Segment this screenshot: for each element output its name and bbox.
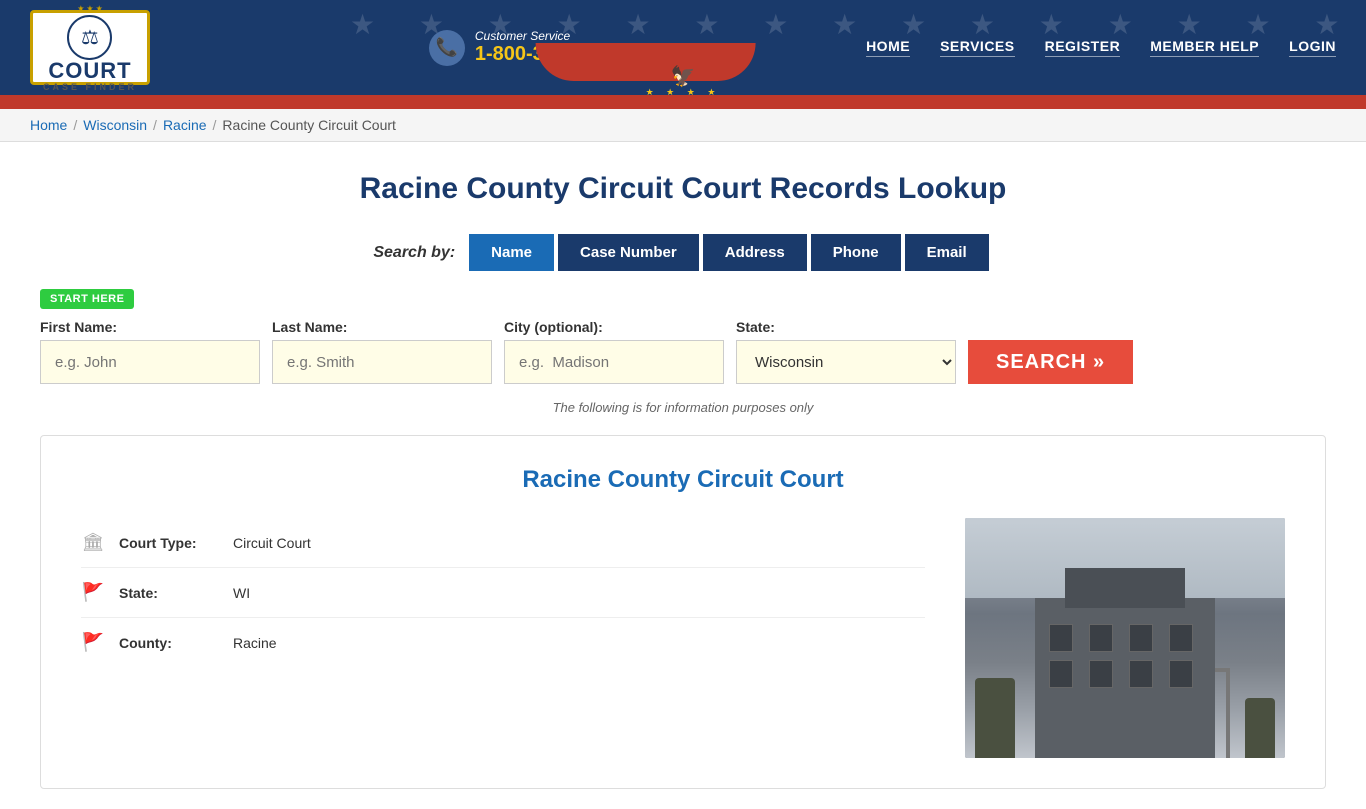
breadcrumb-sep-1: /	[73, 117, 77, 133]
nav-member-help[interactable]: MEMBER HELP	[1150, 38, 1259, 57]
streetlamp	[1226, 668, 1230, 758]
start-here-badge: START HERE	[40, 289, 134, 309]
logo-box: ★★★ COURT CASE FINDER	[30, 10, 150, 85]
state-detail-value: WI	[233, 585, 250, 601]
breadcrumb-sep-3: /	[213, 117, 217, 133]
search-by-label: Search by:	[373, 244, 455, 262]
window-6	[1089, 660, 1113, 688]
court-type-value: Circuit Court	[233, 535, 311, 551]
state-group: State: Wisconsin Alabama Alaska	[736, 319, 956, 384]
county-detail-label: County:	[119, 635, 219, 651]
last-name-group: Last Name:	[272, 319, 492, 384]
first-name-input[interactable]	[40, 340, 260, 384]
breadcrumb-bar: Home / Wisconsin / Racine / Racine Count…	[0, 109, 1366, 142]
eagle-symbol: 🦅	[671, 67, 696, 87]
tab-name[interactable]: Name	[469, 234, 554, 271]
breadcrumb-sep-2: /	[153, 117, 157, 133]
logo-area: ★★★ COURT CASE FINDER	[30, 10, 150, 85]
building-shape	[1035, 598, 1215, 758]
wave-bar: 🦅 ★ ★ ★ ★	[0, 95, 1366, 109]
logo-seal	[67, 15, 112, 60]
breadcrumb-home[interactable]: Home	[30, 117, 67, 133]
logo-text: COURT CASE FINDER	[43, 60, 137, 92]
detail-county: 🚩 County: Racine	[81, 618, 925, 667]
detail-state: 🚩 State: WI	[81, 568, 925, 618]
page-title: Racine County Circuit Court Records Look…	[40, 172, 1326, 206]
window-2	[1089, 624, 1113, 652]
court-type-label: Court Type:	[119, 535, 219, 551]
tab-address[interactable]: Address	[703, 234, 807, 271]
window-5	[1049, 660, 1073, 688]
court-info-title: Racine County Circuit Court	[81, 466, 1285, 494]
tab-phone[interactable]: Phone	[811, 234, 901, 271]
main-nav: HOME SERVICES REGISTER MEMBER HELP LOGIN	[866, 38, 1336, 57]
court-info-box: Racine County Circuit Court 🏛 Court Type…	[40, 435, 1326, 789]
city-group: City (optional):	[504, 319, 724, 384]
logo-court-text: COURT	[43, 60, 137, 82]
search-button[interactable]: SEARCH »	[968, 340, 1133, 384]
building-top	[1065, 568, 1185, 608]
search-form-container: START HERE First Name: Last Name: City (…	[40, 289, 1326, 384]
detail-court-type: 🏛 Court Type: Circuit Court	[81, 518, 925, 568]
breadcrumb: Home / Wisconsin / Racine / Racine Count…	[30, 117, 1336, 133]
county-detail-value: Racine	[233, 635, 277, 651]
main-content: Racine County Circuit Court Records Look…	[0, 142, 1366, 809]
breadcrumb-current: Racine County Circuit Court	[222, 117, 396, 133]
window-1	[1049, 624, 1073, 652]
window-8	[1169, 660, 1193, 688]
tree-right	[1245, 698, 1275, 758]
tree-left	[975, 678, 1015, 758]
court-image	[965, 518, 1285, 758]
tab-email[interactable]: Email	[905, 234, 989, 271]
building-windows	[1035, 608, 1215, 704]
info-note: The following is for information purpose…	[40, 400, 1326, 415]
court-image-placeholder	[965, 518, 1285, 758]
window-7	[1129, 660, 1153, 688]
logo-inner: ★★★ COURT CASE FINDER	[43, 4, 137, 92]
state-detail-label: State:	[119, 585, 219, 601]
window-3	[1129, 624, 1153, 652]
tab-case-number[interactable]: Case Number	[558, 234, 699, 271]
nav-home[interactable]: HOME	[866, 38, 910, 57]
nav-login[interactable]: LOGIN	[1289, 38, 1336, 57]
customer-service-label: Customer Service	[475, 29, 617, 43]
nav-services[interactable]: SERVICES	[940, 38, 1015, 57]
eagle-stars: ★ ★ ★ ★	[646, 87, 721, 98]
nav-register[interactable]: REGISTER	[1045, 38, 1121, 57]
phone-icon: 📞	[429, 30, 465, 66]
logo-stars: ★★★	[77, 4, 103, 13]
logo-case-finder-text: CASE FINDER	[43, 82, 137, 92]
state-label: State:	[736, 319, 956, 335]
last-name-label: Last Name:	[272, 319, 492, 335]
eagle-area: 🦅 ★ ★ ★ ★	[646, 67, 721, 98]
last-name-input[interactable]	[272, 340, 492, 384]
court-info-content: 🏛 Court Type: Circuit Court 🚩 State: WI …	[81, 518, 1285, 758]
breadcrumb-state[interactable]: Wisconsin	[83, 117, 147, 133]
window-4	[1169, 624, 1193, 652]
search-by-row: Search by: Name Case Number Address Phon…	[40, 234, 1326, 271]
city-input[interactable]	[504, 340, 724, 384]
first-name-label: First Name:	[40, 319, 260, 335]
court-type-icon: 🏛	[81, 532, 105, 553]
state-icon: 🚩	[81, 582, 105, 603]
breadcrumb-county[interactable]: Racine	[163, 117, 207, 133]
city-label: City (optional):	[504, 319, 724, 335]
county-icon: 🚩	[81, 632, 105, 653]
state-select[interactable]: Wisconsin Alabama Alaska	[736, 340, 956, 384]
search-form-row: First Name: Last Name: City (optional): …	[40, 319, 1326, 384]
first-name-group: First Name:	[40, 319, 260, 384]
court-info-details: 🏛 Court Type: Circuit Court 🚩 State: WI …	[81, 518, 925, 667]
